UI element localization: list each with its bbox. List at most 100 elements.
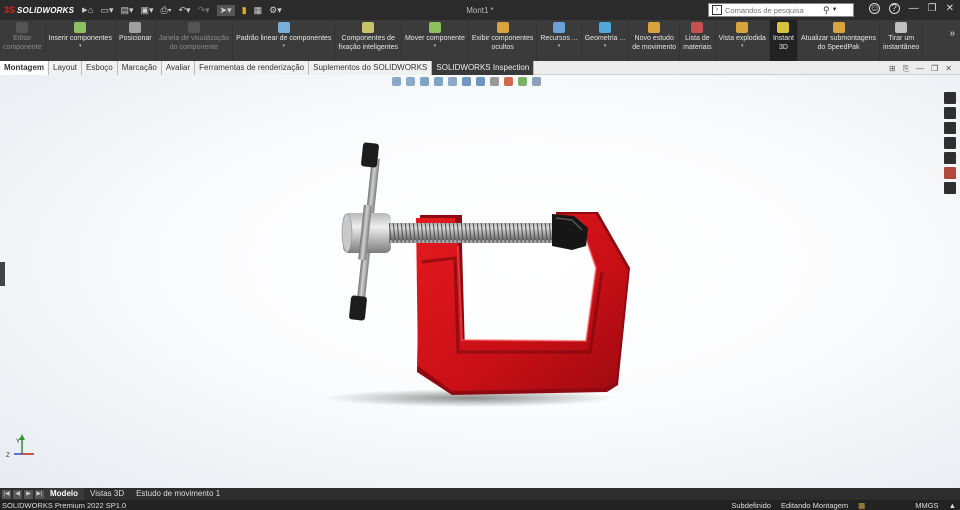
previous-view-icon[interactable]	[420, 77, 429, 86]
command-icon	[832, 22, 845, 33]
customize-status-icon[interactable]: ▲	[949, 501, 956, 510]
search-input[interactable]	[725, 5, 821, 15]
section-view-icon[interactable]	[434, 77, 443, 86]
command-button-1[interactable]: Inserir componentes ▾	[46, 20, 116, 61]
apply-scene-icon[interactable]	[518, 77, 527, 86]
print-icon[interactable]: ⎙▾	[161, 5, 172, 16]
command-button-15[interactable]: Tirar um instantâneo	[880, 20, 924, 61]
custom-properties-icon[interactable]	[944, 182, 956, 194]
command-button-4[interactable]: Padrão linear de componentes ▾	[233, 20, 336, 61]
solidworks-logo[interactable]: 3S SOLIDWORKS ▶	[0, 5, 88, 15]
command-button-8[interactable]: Recursos ... ▾	[537, 20, 582, 61]
command-button-5[interactable]: Componentes de fixação inteligentes	[335, 20, 402, 61]
chevron-down-icon[interactable]: ▾	[282, 43, 285, 49]
tab-1[interactable]: Layout	[49, 61, 83, 75]
file-properties-icon[interactable]: ▦	[254, 5, 263, 16]
tab-6[interactable]: Suplementos do SOLIDWORKS	[309, 61, 433, 75]
design-library-icon[interactable]	[944, 122, 956, 134]
help-icon[interactable]: ?	[888, 3, 900, 14]
tab-5[interactable]: Ferramentas de renderização	[195, 61, 310, 75]
zoom-to-area-icon[interactable]	[406, 77, 415, 86]
file-explorer-icon[interactable]	[944, 137, 956, 149]
hide-show-items-icon[interactable]	[490, 77, 499, 86]
command-button-6[interactable]: Mover componente ▾	[402, 20, 469, 61]
chevron-down-icon[interactable]: ▾	[434, 43, 437, 49]
chevron-down-icon[interactable]: ▾	[741, 43, 744, 49]
command-label: Inserir componentes	[48, 35, 112, 42]
tab-0[interactable]: Montagem	[0, 61, 49, 75]
search-box[interactable]: › ⚲ ▼	[708, 3, 854, 17]
display-style-icon[interactable]	[476, 77, 485, 86]
chevron-down-icon[interactable]: ▾	[558, 43, 561, 49]
command-button-13[interactable]: Instant 3D	[769, 20, 798, 61]
tab-2[interactable]: Esboço	[82, 61, 118, 75]
appearances-scenes-icon[interactable]	[944, 167, 956, 179]
handle-cap-top	[361, 142, 379, 168]
status-settings-icon[interactable]: ▦	[858, 501, 865, 510]
chevron-down-icon[interactable]: ▼	[832, 7, 838, 13]
select-icon[interactable]: ➤▾	[216, 4, 235, 16]
command-button-2[interactable]: Posicionar	[116, 20, 156, 61]
save-icon[interactable]: ▣▾	[141, 5, 154, 16]
rebuild-icon[interactable]: ▮	[242, 5, 247, 16]
next-tab-icon[interactable]: ▶	[24, 489, 33, 499]
zoom-to-fit-icon[interactable]	[392, 77, 401, 86]
feature-manager-expand-handle[interactable]	[0, 262, 5, 286]
more-commands-icon[interactable]: »	[949, 28, 955, 39]
command-button-3[interactable]: Janela de visualização do componente	[156, 20, 234, 61]
command-button-11[interactable]: Lista de materiais	[680, 20, 716, 61]
command-button-12[interactable]: Vista explodida ▾	[716, 20, 770, 61]
last-tab-icon[interactable]: ▶|	[35, 489, 44, 499]
menu-expand-icon[interactable]: ▶	[82, 6, 87, 14]
command-label: Instant 3D	[772, 35, 794, 51]
magnifier-icon[interactable]: ⚲	[823, 5, 830, 16]
viewport-restore-icon[interactable]: ❐	[931, 64, 938, 74]
definition-status: Subdefinido	[731, 500, 771, 510]
viewport-split-icon[interactable]: ⊞	[889, 64, 896, 74]
bottom-tab-1[interactable]: Vistas 3D	[84, 488, 130, 500]
prev-tab-icon[interactable]: ◀	[13, 489, 22, 499]
command-icon	[16, 22, 29, 33]
command-button-0[interactable]: Editar componente	[0, 20, 46, 61]
tab-7[interactable]: SOLIDWORKS Inspection	[432, 61, 535, 75]
view-palette-icon[interactable]	[944, 152, 956, 164]
units-selector[interactable]: MMGS	[915, 501, 938, 510]
minimize-icon[interactable]: —	[909, 3, 919, 14]
user-icon[interactable]: ☺	[868, 3, 880, 14]
viewport-minimize-icon[interactable]: —	[916, 64, 924, 74]
chevron-down-icon[interactable]: ▾	[604, 43, 607, 49]
first-tab-icon[interactable]: |◀	[2, 489, 11, 499]
command-label: Tirar um instantâneo	[883, 35, 920, 51]
chevron-down-icon[interactable]: ▾	[79, 43, 82, 49]
undo-icon[interactable]: ↶▾	[179, 5, 191, 16]
command-button-14[interactable]: Atualizar submontagens do SpeedPak	[798, 20, 881, 61]
view-settings-icon[interactable]	[532, 77, 541, 86]
bottom-tab-0[interactable]: Modelo	[44, 488, 84, 500]
new-document-icon[interactable]: ▭▾	[100, 5, 113, 16]
restore-icon[interactable]: ❐	[928, 3, 937, 14]
command-button-9[interactable]: Geometria ... ▾	[582, 20, 630, 61]
graphics-area[interactable]	[0, 75, 960, 488]
home-icon[interactable]: ⌂	[88, 5, 93, 15]
redo-icon[interactable]: ↷▾	[198, 5, 210, 16]
bottom-tab-2[interactable]: Estudo de movimento 1	[130, 488, 226, 500]
model-tabs-bar: |◀ ◀ ▶ ▶| Modelo Vistas 3D Estudo de movim…	[0, 488, 960, 500]
viewport-close-icon[interactable]: ✕	[945, 64, 952, 74]
hub-face	[341, 213, 353, 253]
tab-3[interactable]: Marcação	[117, 61, 162, 75]
tab-4[interactable]: Avaliar	[161, 61, 196, 75]
threaded-screw	[389, 223, 557, 243]
solidworks-resources-icon[interactable]	[944, 92, 956, 104]
command-button-10[interactable]: Novo estudo de movimento	[629, 20, 681, 61]
view-orientation-icon[interactable]	[462, 77, 471, 86]
command-icon	[691, 22, 704, 33]
dynamic-annotation-icon[interactable]	[448, 77, 457, 86]
command-button-7[interactable]: Exibir componentes ocultos	[469, 20, 538, 61]
edit-appearance-icon[interactable]	[504, 77, 513, 86]
open-icon[interactable]: ▤▾	[120, 5, 133, 16]
close-icon[interactable]: ✕	[946, 3, 954, 14]
home-taskpane-icon[interactable]	[944, 107, 956, 119]
command-label: Padrão linear de componentes	[236, 35, 332, 42]
options-gear-icon[interactable]: ⚙▾	[269, 5, 282, 16]
viewport-link-icon[interactable]: ⎘	[903, 64, 909, 74]
